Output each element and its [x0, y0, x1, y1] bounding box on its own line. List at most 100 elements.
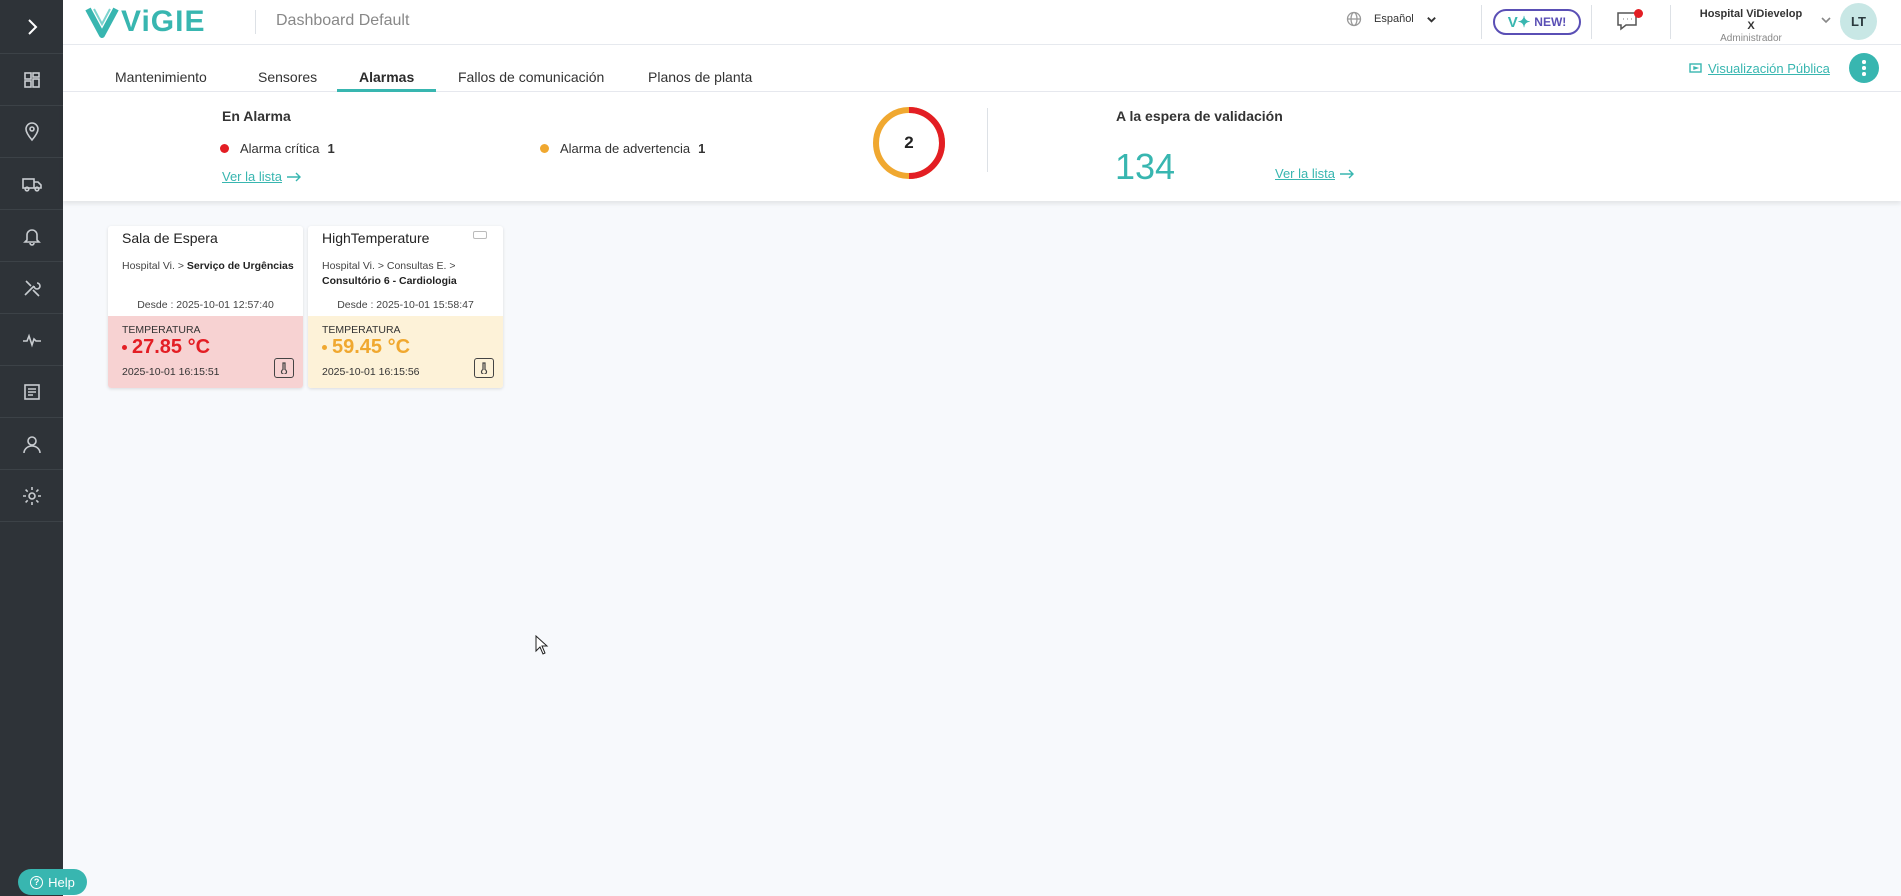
alarm-summary-panel: En Alarma Alarma crítica 1 Alarma de adv… [63, 92, 1901, 201]
sidebar-item-activity[interactable] [0, 314, 63, 366]
sidebar-item-dashboard[interactable] [0, 54, 63, 106]
globe-icon [1346, 11, 1362, 27]
user-role: Administrador [1720, 33, 1782, 44]
sidebar-item-alarms[interactable] [0, 210, 63, 262]
user-name: Hospital ViDievelop X [1699, 8, 1803, 32]
tag-icon [473, 231, 487, 239]
header-divider [255, 10, 256, 34]
tab-planos-planta[interactable]: Planos de planta [648, 69, 752, 85]
alarm-since: Desde : 2025-10-01 15:58:47 [337, 299, 474, 311]
tab-mantenimiento[interactable]: Mantenimiento [115, 69, 207, 85]
critical-dot-icon [220, 144, 229, 153]
dot-icon [1862, 60, 1866, 64]
notification-dot [1634, 9, 1643, 18]
in-alarm-title: En Alarma [222, 108, 291, 124]
sidebar-item-users[interactable] [0, 418, 63, 470]
vigie-logo-icon [85, 7, 119, 38]
dashboard-title[interactable]: Dashboard Default [276, 12, 409, 30]
header-divider [1670, 5, 1671, 39]
tab-alarmas[interactable]: Alarmas [359, 69, 414, 85]
tab-bar: Mantenimiento Sensores Alarmas Fallos de… [63, 45, 1901, 92]
arrow-right-icon [286, 172, 301, 181]
see-list-link[interactable]: Ver la lista [222, 169, 302, 184]
critical-count: 1 [327, 141, 335, 156]
sidebar-expand-button[interactable] [0, 0, 63, 54]
alarm-card-title: Sala de Espera [122, 230, 218, 246]
sidebar-item-settings[interactable] [0, 470, 63, 522]
public-view-label: Visualización Pública [1708, 61, 1830, 76]
location-name: Serviço de Urgências [186, 260, 294, 272]
screen-icon [1689, 63, 1702, 73]
warning-count: 1 [698, 141, 706, 156]
sensor-value-text: 27.85 °C [132, 336, 211, 358]
mouse-cursor-icon [535, 635, 549, 655]
report-icon [23, 383, 40, 400]
critical-alarm-legend: Alarma crítica 1 [220, 141, 335, 156]
alarm-reading-warning: TEMPERATURA 59.45 °C 2025-10-01 16:15:56 [308, 316, 503, 388]
tools-icon [23, 279, 41, 297]
sensor-value: 27.85 °C [122, 336, 210, 359]
awaiting-validation-title: A la espera de validación [1116, 108, 1283, 124]
sidebar [0, 0, 63, 896]
alarm-card[interactable]: Sala de Espera Hospital Vi. > Serviço de… [108, 226, 303, 388]
vigie-sparkle-icon: V✦ [1507, 14, 1531, 31]
alarm-card-title: HighTemperature [322, 230, 430, 246]
question-icon: ? [30, 875, 44, 889]
sensor-value-text: 59.45 °C [332, 336, 411, 358]
messages-button[interactable] [1616, 9, 1643, 33]
reading-timestamp: 2025-10-01 16:15:51 [122, 366, 220, 378]
public-view-link[interactable]: Visualización Pública [1689, 61, 1830, 76]
user-icon [22, 435, 41, 453]
header-divider [1481, 5, 1482, 39]
donut-total: 2 [904, 133, 914, 152]
arrow-right-icon [1339, 169, 1354, 178]
user-menu[interactable]: Hospital ViDievelop X Administrador [1696, 8, 1806, 44]
see-list-label: Ver la lista [1275, 166, 1335, 181]
avatar[interactable]: LT [1840, 3, 1877, 40]
dot-icon [1862, 66, 1866, 70]
reading-timestamp: 2025-10-01 16:15:56 [322, 366, 420, 378]
tab-fallos-comunicacion[interactable]: Fallos de comunicación [458, 69, 604, 85]
alarm-card[interactable]: HighTemperature Hospital Vi. > Consultas… [308, 226, 503, 388]
truck-icon [21, 177, 42, 192]
sensor-value: 59.45 °C [322, 336, 410, 359]
new-badge-label: NEW! [1534, 15, 1567, 29]
more-options-button[interactable] [1849, 53, 1879, 83]
alarm-card-location: Hospital Vi. > Serviço de Urgências [122, 259, 294, 274]
language-label: Español [1374, 13, 1414, 25]
sensor-type: TEMPERATURA [322, 324, 401, 336]
new-features-button[interactable]: V✦ NEW! [1493, 9, 1581, 35]
warning-dot-icon [322, 345, 327, 350]
tab-sensores[interactable]: Sensores [258, 69, 317, 85]
see-list-label: Ver la lista [222, 169, 282, 184]
awaiting-validation-count: 134 [1115, 146, 1176, 187]
dashboard-icon [23, 71, 40, 88]
brand-logo[interactable]: ViGIE [85, 4, 205, 40]
gear-icon [22, 486, 41, 505]
critical-label: Alarma crítica [240, 141, 320, 156]
header-divider [1591, 5, 1592, 39]
bell-icon [22, 228, 41, 246]
warning-alarm-legend: Alarma de advertencia 1 [540, 141, 705, 156]
activity-icon [22, 333, 41, 348]
help-button[interactable]: ? Help [18, 869, 87, 895]
help-label: Help [48, 874, 75, 890]
language-selector[interactable]: Español [1346, 11, 1437, 27]
sidebar-item-maintenance[interactable] [0, 262, 63, 314]
top-bar: ViGIE Dashboard Default Español V✦ NEW! … [63, 0, 1901, 45]
map-pin-icon [24, 121, 39, 141]
sidebar-item-logistics[interactable] [0, 158, 63, 210]
dot-icon [1862, 72, 1866, 76]
chevron-down-icon[interactable] [1820, 14, 1832, 26]
sidebar-item-locations[interactable] [0, 106, 63, 158]
see-list-link-validation[interactable]: Ver la lista [1275, 166, 1355, 181]
location-name: Consultório 6 - Cardiologia [322, 275, 457, 287]
sidebar-item-reports[interactable] [0, 366, 63, 418]
thermometer-icon [274, 358, 294, 378]
warning-dot-icon [540, 144, 549, 153]
location-prefix: Hospital Vi. > Consultas E. > [322, 260, 456, 272]
alarm-since: Desde : 2025-10-01 12:57:40 [137, 299, 274, 311]
alarm-reading-critical: TEMPERATURA 27.85 °C 2025-10-01 16:15:51 [108, 316, 303, 388]
chevron-right-icon [27, 18, 37, 35]
location-prefix: Hospital Vi. > [122, 260, 187, 272]
